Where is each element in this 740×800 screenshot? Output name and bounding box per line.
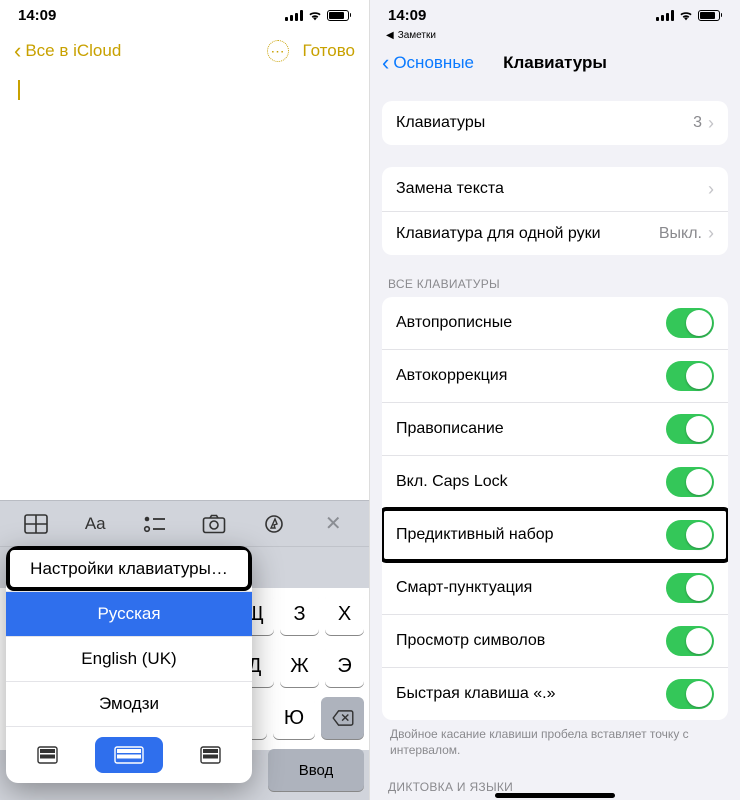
list-icon[interactable] — [136, 509, 174, 539]
chevron-right-icon: › — [708, 113, 714, 134]
chevron-left-icon: ‹ — [382, 52, 389, 74]
layout-left-button[interactable] — [18, 737, 87, 773]
header-actions: ⋯ Готово — [267, 40, 356, 62]
row-value: Выкл. — [659, 225, 702, 243]
row-toggle[interactable]: Правописание — [382, 402, 728, 455]
text-format-icon[interactable]: Aa — [76, 509, 114, 539]
phone-settings: 14:09 ◀ Заметки ‹ Основные Клавиатуры Кл… — [370, 0, 740, 800]
layout-full-button[interactable] — [95, 737, 164, 773]
chevron-right-icon: › — [708, 179, 714, 200]
key[interactable]: Ю — [273, 697, 316, 739]
back-label: Основные — [393, 53, 474, 73]
back-button[interactable]: ‹ Основные — [382, 52, 474, 74]
group-text: Замена текста › Клавиатура для одной рук… — [370, 167, 740, 255]
keyboard-settings-item[interactable]: Настройки клавиатуры… — [6, 546, 252, 591]
done-button[interactable]: Готово — [303, 41, 356, 61]
group-header: ВСЕ КЛАВИАТУРЫ — [370, 277, 740, 297]
row-label: Смарт-пунктуация — [396, 579, 666, 597]
toggle-switch[interactable] — [666, 626, 714, 656]
chevron-left-icon: ‹ — [14, 40, 21, 62]
table-icon[interactable] — [17, 509, 55, 539]
toggle-switch[interactable] — [666, 679, 714, 709]
row-label: Быстрая клавиша «.» — [396, 685, 666, 703]
status-bar: 14:09 — [0, 0, 369, 30]
markup-icon[interactable] — [255, 509, 293, 539]
note-body[interactable] — [0, 100, 369, 500]
toggle-switch[interactable] — [666, 308, 714, 338]
battery-icon — [327, 10, 352, 21]
row-text-replacement[interactable]: Замена текста › — [382, 167, 728, 211]
more-icon[interactable]: ⋯ — [267, 40, 289, 62]
row-label: Автопрописные — [396, 314, 666, 332]
key[interactable]: Х — [325, 593, 364, 635]
wifi-icon — [307, 9, 323, 21]
toggle-switch[interactable] — [666, 361, 714, 391]
home-indicator — [495, 793, 615, 798]
row-label: Клавиатура для одной руки — [396, 225, 659, 243]
keyboard-switcher-popover: Настройки клавиатуры… Русская English (U… — [6, 546, 252, 783]
status-icons — [285, 9, 352, 21]
wifi-icon — [678, 9, 694, 21]
row-label: Замена текста — [396, 180, 708, 198]
keyboard-option-emoji[interactable]: Эмодзи — [6, 681, 252, 726]
key[interactable]: Э — [325, 645, 364, 687]
back-button[interactable]: ‹ Все в iCloud — [14, 40, 121, 62]
row-toggle[interactable]: Вкл. Caps Lock — [382, 455, 728, 508]
notes-header: ‹ Все в iCloud ⋯ Готово — [0, 30, 369, 72]
row-toggle[interactable]: Автопрописные — [382, 297, 728, 349]
backspace-key[interactable] — [321, 697, 364, 739]
keyboard-toolbar: Aa ✕ — [0, 500, 369, 546]
status-time: 14:09 — [18, 7, 56, 24]
battery-icon — [698, 10, 723, 21]
row-label: Автокоррекция — [396, 367, 666, 385]
row-label: Вкл. Caps Lock — [396, 473, 666, 491]
status-time: 14:09 — [388, 7, 426, 24]
row-one-handed[interactable]: Клавиатура для одной руки Выкл. › — [382, 211, 728, 255]
keyboard-body: Да Ш Щ З Х Л Д Ж Э Б Ю — [0, 546, 369, 750]
row-label: Правописание — [396, 420, 666, 438]
status-bar: 14:09 — [370, 0, 740, 30]
row-value: 3 — [693, 114, 702, 132]
settings-nav: ‹ Основные Клавиатуры — [370, 43, 740, 83]
row-keyboards[interactable]: Клавиатуры 3 › — [382, 101, 728, 145]
close-icon[interactable]: ✕ — [314, 509, 352, 539]
keyboard-layout-row — [6, 726, 252, 783]
text-cursor — [18, 80, 20, 100]
back-label: Все в iCloud — [25, 41, 121, 61]
group-all-keyboards: ВСЕ КЛАВИАТУРЫ Автопрописные Автокоррекци… — [370, 277, 740, 758]
group-keyboards: Клавиатуры 3 › — [370, 101, 740, 145]
status-icons — [656, 9, 723, 21]
keyboard-option-russian[interactable]: Русская — [6, 591, 252, 636]
chevron-right-icon: › — [708, 223, 714, 244]
camera-icon[interactable] — [195, 509, 233, 539]
row-toggle[interactable]: Быстрая клавиша «.» — [382, 667, 728, 720]
group-footer: Двойное касание клавиши пробела вставляе… — [370, 720, 740, 758]
cellular-icon — [285, 10, 303, 21]
toggle-switch[interactable] — [666, 520, 714, 550]
chevron-left-icon: ◀ — [386, 30, 394, 41]
row-toggle[interactable]: Автокоррекция — [382, 349, 728, 402]
breadcrumb[interactable]: ◀ Заметки — [370, 30, 740, 43]
settings-content[interactable]: Клавиатуры 3 › Замена текста › Клавиатур… — [370, 83, 740, 800]
breadcrumb-label: Заметки — [398, 30, 436, 41]
toggle-switch[interactable] — [666, 573, 714, 603]
row-toggle[interactable]: Смарт-пунктуация — [382, 561, 728, 614]
row-label: Просмотр символов — [396, 632, 666, 650]
cellular-icon — [656, 10, 674, 21]
toggle-switch[interactable] — [666, 467, 714, 497]
row-label: Предиктивный набор — [396, 526, 666, 544]
keyboard: Aa ✕ Да Ш Щ З Х Л — [0, 500, 369, 800]
row-toggle[interactable]: Предиктивный набор — [382, 508, 728, 561]
toggle-switch[interactable] — [666, 414, 714, 444]
enter-key[interactable]: Ввод — [268, 749, 364, 791]
suggestion-3[interactable] — [246, 547, 369, 588]
row-label: Клавиатуры — [396, 114, 693, 132]
key[interactable]: Ж — [280, 645, 319, 687]
key[interactable]: З — [280, 593, 319, 635]
layout-right-button[interactable] — [171, 737, 240, 773]
row-toggle[interactable]: Просмотр символов — [382, 614, 728, 667]
keyboard-option-english[interactable]: English (UK) — [6, 636, 252, 681]
phone-notes: 14:09 ‹ Все в iCloud ⋯ Готово Aa ✕ — [0, 0, 370, 800]
